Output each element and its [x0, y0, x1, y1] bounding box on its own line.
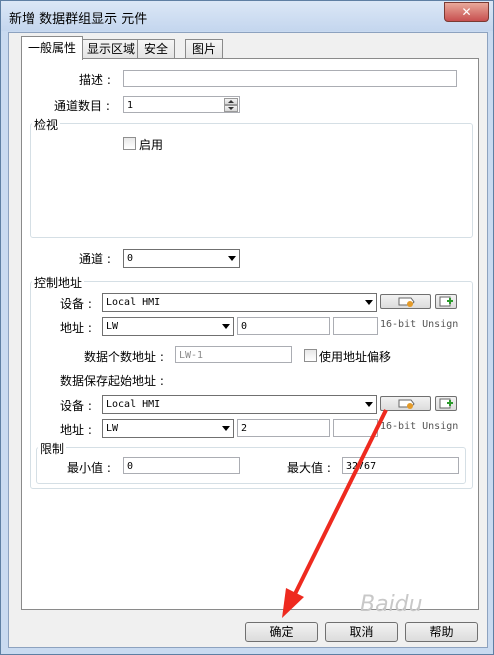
dialog-window: 新增 数据群组显示 元件 ✕ 一般属性 显示区域 安全 图片 描述 : 通道数目… [0, 0, 494, 655]
addr-type-value: LW [106, 321, 119, 332]
max-input[interactable]: 32767 [342, 457, 459, 474]
device-label: 设备 : [60, 297, 92, 311]
settings-icon [398, 399, 415, 409]
save-addr-type-value: LW [106, 423, 119, 434]
addr-type-select[interactable]: LW [102, 317, 234, 336]
save-addr-input[interactable]: 2 [237, 419, 330, 437]
tab-picture[interactable]: 图片 [185, 39, 224, 59]
tab-security[interactable]: 安全 [137, 39, 176, 59]
add-icon [439, 296, 453, 307]
title-bar: 新增 数据群组显示 元件 ✕ [1, 1, 493, 31]
device-settings-button[interactable] [380, 294, 431, 309]
close-button[interactable]: ✕ [444, 2, 489, 22]
addr-input[interactable]: 0 [237, 317, 330, 335]
chevron-down-icon [228, 256, 236, 261]
limit-group-title: 限制 [38, 440, 67, 457]
enable-checkbox[interactable] [123, 137, 136, 150]
channel-value: 0 [127, 253, 134, 264]
add-device-button[interactable] [435, 294, 457, 309]
view-group-title: 检视 [32, 116, 61, 133]
spin-up-icon[interactable] [224, 98, 238, 105]
count-label: 数据个数地址 : [84, 350, 164, 364]
view-group [30, 123, 473, 238]
chevron-down-icon [365, 402, 373, 407]
offset-checkbox[interactable] [304, 349, 317, 362]
save-device-value: Local HMI [106, 399, 161, 410]
save-addr-type-select[interactable]: LW [102, 419, 234, 438]
save-addr-format: 16-bit Unsign [380, 421, 459, 432]
tab-general[interactable]: 一般属性 [21, 36, 84, 60]
add-icon [439, 398, 453, 409]
channels-input[interactable]: 1 [123, 96, 240, 113]
general-panel: 描述 : 通道数目 : 1 检视 启用 通道 : 0 控制地址 设备: Loc… [21, 58, 479, 610]
ok-button[interactable]: 确定 [245, 622, 318, 642]
enable-label: 启用 [139, 138, 164, 152]
watermark-logo: Baidu [360, 592, 423, 617]
channel-select[interactable]: 0 [123, 249, 240, 268]
window-title: 新增 数据群组显示 元件 [9, 12, 148, 27]
channels-value: 1 [127, 100, 134, 111]
cancel-button[interactable]: 取消 [325, 622, 398, 642]
count-input[interactable]: LW-1 [175, 346, 292, 363]
help-button[interactable]: 帮助 [405, 622, 478, 642]
offset-label: 使用地址偏移 [319, 350, 392, 364]
device-select[interactable]: Local HMI [102, 293, 377, 312]
save-device-select[interactable]: Local HMI [102, 395, 377, 414]
save-device-label: 设备 : [60, 399, 92, 413]
chevron-down-icon [365, 300, 373, 305]
channels-spinner[interactable] [224, 98, 238, 112]
addr-format: 16-bit Unsign [380, 319, 459, 330]
min-label: 最小值 : [67, 461, 111, 475]
channels-label: 通道数目 : [54, 99, 110, 113]
save-addr-extra-input[interactable] [333, 419, 378, 437]
control-group-title: 控制地址 [32, 274, 85, 291]
settings-icon [398, 297, 415, 307]
desc-input[interactable] [123, 70, 457, 87]
chevron-down-icon [222, 324, 230, 329]
channel-label: 通道 : [79, 252, 111, 266]
addr-extra-input[interactable] [333, 317, 378, 335]
save-address-label: 数据保存起始地址 : [60, 374, 164, 388]
spin-down-icon[interactable] [224, 105, 238, 112]
addr-label: 地址 : [60, 321, 92, 335]
max-label: 最大值 : [287, 461, 331, 475]
chevron-down-icon [222, 426, 230, 431]
save-device-settings-button[interactable] [380, 396, 431, 411]
min-input[interactable]: 0 [123, 457, 240, 474]
save-addr-label: 地址 : [60, 423, 92, 437]
save-add-device-button[interactable] [435, 396, 457, 411]
tab-display-area[interactable]: 显示区域 [80, 39, 143, 59]
dialog-client: 一般属性 显示区域 安全 图片 描述 : 通道数目 : 1 检视 启用 通道:… [8, 32, 488, 648]
device-value: Local HMI [106, 297, 161, 308]
desc-label: 描述 : [79, 73, 111, 87]
